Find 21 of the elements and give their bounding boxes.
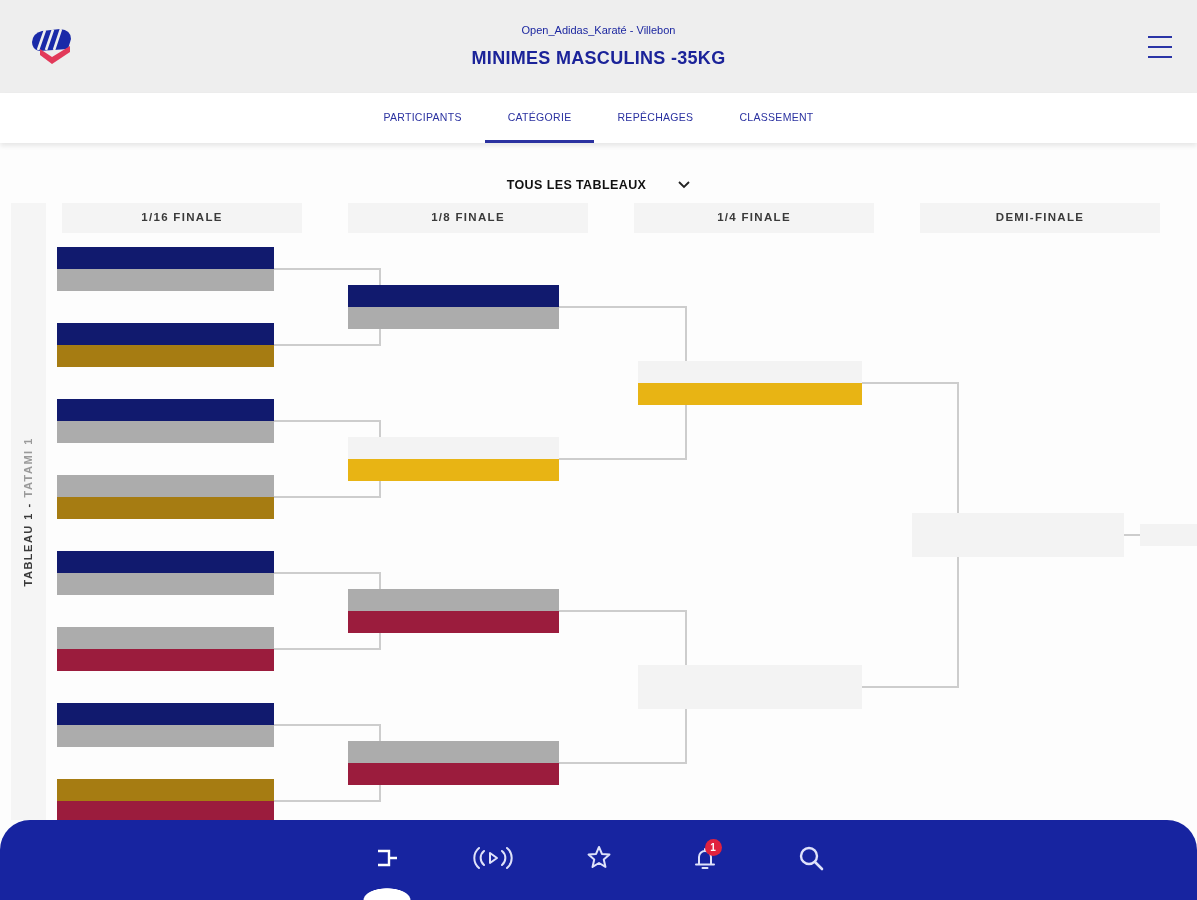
round-header: 1/8 FINALE: [348, 203, 588, 233]
table-select[interactable]: TOUS LES TABLEAUX: [506, 174, 691, 196]
tab[interactable]: REPÊCHAGES: [594, 93, 717, 143]
menu-button[interactable]: [1148, 34, 1172, 59]
tab[interactable]: PARTICIPANTS: [360, 93, 485, 143]
tatami-label: TATAMI 1: [21, 436, 36, 498]
table-label: TABLEAU 1 -: [21, 502, 36, 587]
fist-logo-icon: [30, 27, 72, 66]
tab[interactable]: CATÉGORIE: [484, 93, 595, 143]
broadcast-play-icon: [470, 844, 515, 872]
bracket-connector: [1123, 534, 1141, 536]
menu-icon: [1148, 34, 1172, 59]
tab[interactable]: CLASSEMENT: [716, 93, 837, 143]
round-header: 1/16 FINALE: [62, 203, 302, 233]
round-header: 1/4 FINALE: [634, 203, 874, 233]
nav-button[interactable]: 1: [672, 820, 737, 900]
notification-badge: 1: [704, 839, 722, 856]
round-header: DEMI-FINALE: [920, 203, 1160, 233]
category-title: MINIMES MASCULINS -35KG: [471, 47, 726, 70]
event-name: Open_Adidas_Karaté - Villebon: [521, 23, 676, 37]
chevron-icon: [678, 181, 691, 189]
